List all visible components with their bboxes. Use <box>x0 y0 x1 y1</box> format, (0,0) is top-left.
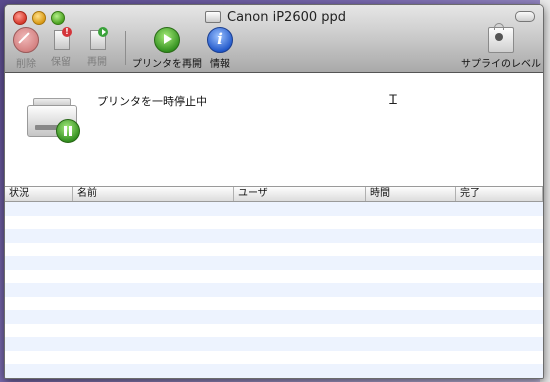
print-queue-window: Canon iP2600 ppd 削除 ! 保留 再開 プリンタを再開 i 情報… <box>4 4 544 379</box>
hold-label: 保留 <box>51 57 71 68</box>
titlebar: Canon iP2600 ppd 削除 ! 保留 再開 プリンタを再開 i 情報… <box>5 5 543 73</box>
toolbar-separator <box>125 31 126 65</box>
resume-job-icon <box>85 27 109 51</box>
exclamation-badge-icon: ! <box>62 27 72 37</box>
supply-levels-button[interactable]: サプライのレベル <box>461 23 541 70</box>
table-row <box>5 296 543 310</box>
table-row <box>5 269 543 283</box>
column-header-completed[interactable]: 完了 <box>456 187 543 201</box>
column-header-time[interactable]: 時間 <box>366 187 456 201</box>
printer-status-text: プリンタを一時停止中 <box>97 95 207 108</box>
supply-levels-label: サプライのレベル <box>461 59 541 70</box>
table-row <box>5 350 543 364</box>
table-row <box>5 256 543 270</box>
minimize-button[interactable] <box>32 11 46 25</box>
info-label: 情報 <box>210 59 230 70</box>
resume-printer-label: プリンタを再開 <box>132 59 202 70</box>
column-header-name[interactable]: 名前 <box>73 187 234 201</box>
apple-logo-icon <box>495 33 503 41</box>
shopping-bag-icon <box>488 23 514 53</box>
column-header-status[interactable]: 状況 <box>5 187 73 201</box>
column-header-user[interactable]: ユーザ <box>234 187 366 201</box>
delete-label: 削除 <box>16 59 36 70</box>
window-title-text: Canon iP2600 ppd <box>227 9 347 25</box>
job-table: 状況 名前 ユーザ 時間 完了 <box>5 186 543 378</box>
pause-badge-icon <box>56 119 80 143</box>
printer-icon <box>25 95 81 147</box>
table-row <box>5 364 543 378</box>
table-row <box>5 337 543 351</box>
printer-status-area: プリンタを一時停止中 Ꮖ <box>5 73 543 187</box>
printer-mini-icon <box>205 11 221 23</box>
table-row <box>5 310 543 324</box>
info-button[interactable]: i 情報 <box>207 27 233 70</box>
window-title: Canon iP2600 ppd <box>205 8 405 26</box>
play-badge-icon <box>98 27 108 37</box>
play-icon <box>154 27 180 53</box>
table-row <box>5 323 543 337</box>
table-row <box>5 229 543 243</box>
table-header: 状況 名前 ユーザ 時間 完了 <box>5 186 543 202</box>
table-row <box>5 242 543 256</box>
hold-button[interactable]: ! 保留 <box>49 27 73 68</box>
resume-job-label: 再開 <box>87 57 107 68</box>
delete-icon <box>13 27 39 53</box>
resume-printer-button[interactable]: プリンタを再開 <box>132 27 202 70</box>
toolbar-toggle-button[interactable] <box>515 11 535 22</box>
delete-button[interactable]: 削除 <box>13 27 39 70</box>
close-button[interactable] <box>13 11 27 25</box>
table-row <box>5 215 543 229</box>
info-icon: i <box>207 27 233 53</box>
table-row <box>5 283 543 297</box>
text-cursor-icon: Ꮖ <box>389 93 398 108</box>
job-list[interactable] <box>5 202 543 378</box>
table-row <box>5 202 543 216</box>
resume-job-button[interactable]: 再開 <box>85 27 109 68</box>
zoom-button[interactable] <box>51 11 65 25</box>
hold-icon: ! <box>49 27 73 51</box>
